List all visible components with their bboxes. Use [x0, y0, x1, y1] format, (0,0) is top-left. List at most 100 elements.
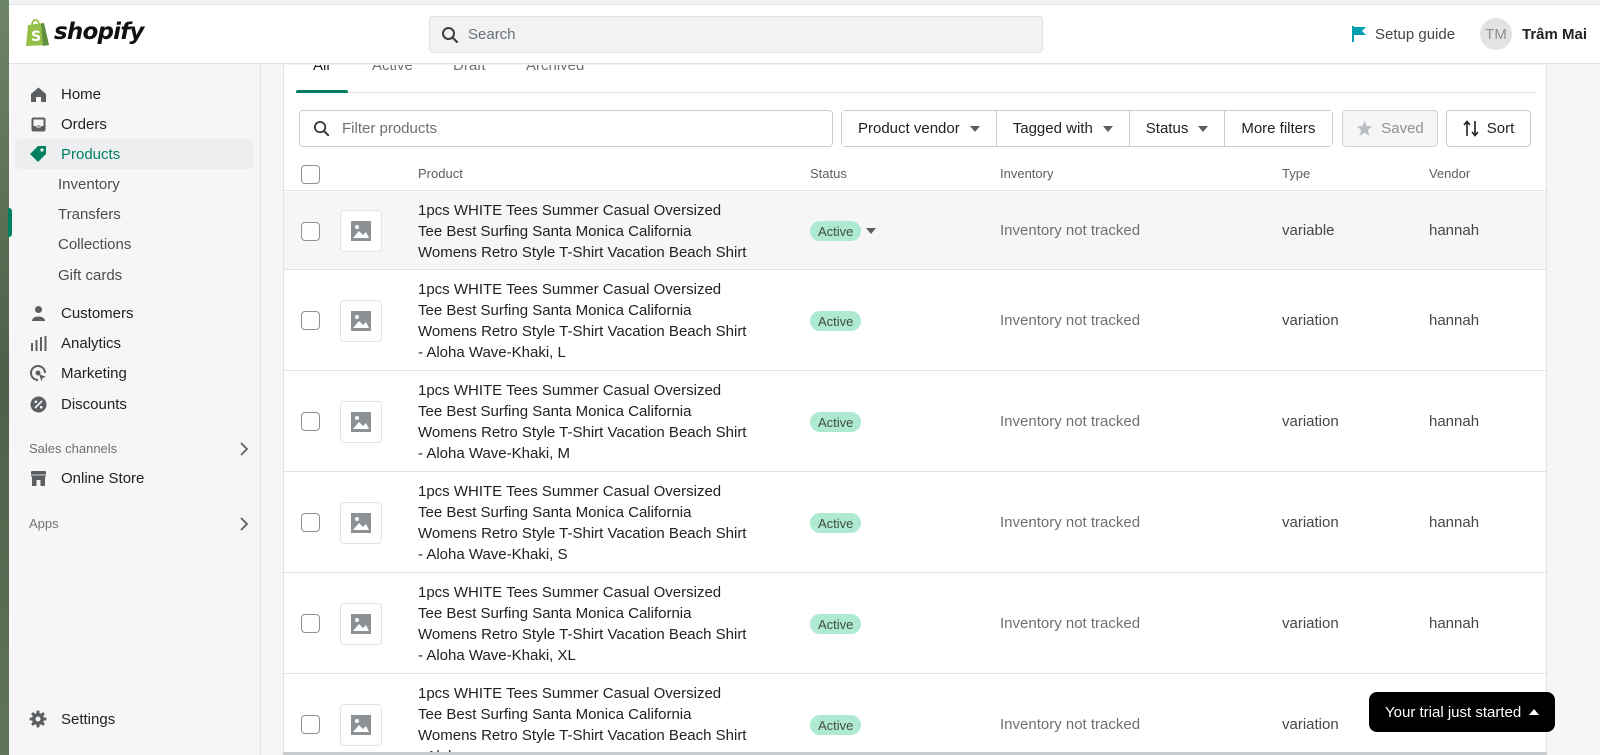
sidebar-item-label: Home: [61, 85, 102, 103]
status-badge: Active: [810, 412, 862, 432]
setup-guide-button[interactable]: Setup guide: [1351, 25, 1455, 43]
status-badge: Active: [810, 221, 862, 241]
row-checkbox[interactable]: [301, 513, 320, 532]
brand-name: shopify: [54, 19, 144, 45]
inventory-value: Inventory not tracked: [1000, 413, 1141, 430]
inbox-icon: [29, 115, 47, 133]
top-bar: S shopify Setup guide TM Trâm Mai: [9, 4, 1600, 64]
type-value: variation: [1282, 716, 1339, 733]
search-icon: [442, 26, 459, 43]
row-checkbox[interactable]: [301, 311, 320, 330]
tab-archived[interactable]: Archived: [526, 65, 584, 93]
sidebar-item-label: Analytics: [61, 334, 122, 352]
product-title[interactable]: 1pcs WHITE Tees Summer Casual Oversized …: [418, 200, 748, 263]
column-type[interactable]: Type: [1282, 166, 1310, 181]
select-all-checkbox[interactable]: [301, 165, 320, 184]
filter-input[interactable]: [342, 120, 822, 137]
inventory-value: Inventory not tracked: [1000, 615, 1141, 632]
product-image-placeholder: [340, 603, 382, 645]
tagged-with-filter[interactable]: Tagged with: [995, 111, 1129, 146]
column-vendor[interactable]: Vendor: [1429, 166, 1470, 181]
caret-down-icon: [1198, 125, 1209, 132]
status-badge: Active: [810, 715, 862, 735]
row-checkbox[interactable]: [301, 222, 320, 241]
user-menu[interactable]: TM Trâm Mai: [1480, 18, 1587, 50]
sidebar-item-settings[interactable]: Settings: [15, 704, 253, 734]
sidebar-item-label: Products: [61, 145, 121, 163]
sidebar-item-customers[interactable]: Customers: [15, 298, 253, 328]
product-image-placeholder: [340, 210, 382, 252]
status-badge: Active: [810, 614, 862, 634]
sidebar-subitem-gift-cards[interactable]: Gift cards: [58, 267, 122, 284]
sidebar-item-discounts[interactable]: Discounts: [15, 389, 253, 419]
discount-icon: [29, 395, 47, 413]
search-input[interactable]: [468, 26, 1028, 43]
table-row[interactable]: 1pcs WHITE Tees Summer Casual Oversized …: [284, 473, 1546, 573]
inventory-value: Inventory not tracked: [1000, 514, 1141, 531]
status-badge: Active: [810, 311, 862, 331]
type-value: variation: [1282, 514, 1339, 531]
table-row[interactable]: 1pcs WHITE Tees Summer Casual Oversized …: [284, 192, 1546, 270]
right-gutter: [1547, 65, 1600, 755]
product-title[interactable]: 1pcs WHITE Tees Summer Casual Oversized …: [418, 481, 748, 565]
sidebar-item-label: Settings: [61, 710, 116, 728]
setup-guide-label: Setup guide: [1375, 25, 1456, 43]
trial-toast[interactable]: Your trial just started: [1369, 692, 1555, 732]
status-tabs: All Active Draft Archived: [296, 65, 1536, 93]
sidebar-item-label: Discounts: [61, 395, 127, 413]
type-value: variation: [1282, 615, 1339, 632]
caret-down-icon: [969, 125, 980, 132]
sidebar-subitem-inventory[interactable]: Inventory: [58, 176, 120, 193]
home-icon: [29, 85, 47, 103]
status-dropdown-icon[interactable]: [866, 228, 876, 234]
table-row[interactable]: 1pcs WHITE Tees Summer Casual Oversized …: [284, 675, 1546, 755]
shopify-bag-icon: S: [26, 19, 49, 46]
column-product[interactable]: Product: [418, 166, 463, 181]
sales-channels-section[interactable]: Sales channels: [29, 441, 249, 456]
caret-down-icon: [1102, 125, 1113, 132]
image-icon: [351, 311, 371, 331]
row-checkbox[interactable]: [301, 614, 320, 633]
image-icon: [351, 412, 371, 432]
column-inventory[interactable]: Inventory: [1000, 166, 1053, 181]
sort-button[interactable]: Sort: [1446, 110, 1531, 147]
row-checkbox[interactable]: [301, 715, 320, 734]
tab-active[interactable]: Active: [372, 65, 413, 93]
caret-up-icon: [1529, 709, 1539, 715]
sidebar-subitem-collections[interactable]: Collections: [58, 236, 131, 253]
sidebar-item-products[interactable]: Products: [15, 139, 253, 169]
status-filter[interactable]: Status: [1128, 111, 1225, 146]
tab-draft[interactable]: Draft: [453, 65, 486, 93]
shopify-logo[interactable]: S shopify: [24, 17, 144, 47]
global-search[interactable]: [429, 16, 1043, 53]
image-icon: [351, 614, 371, 634]
column-status[interactable]: Status: [810, 166, 847, 181]
table-row[interactable]: 1pcs WHITE Tees Summer Casual Oversized …: [284, 372, 1546, 472]
saved-button[interactable]: Saved: [1342, 110, 1438, 147]
sidebar-item-analytics[interactable]: Analytics: [15, 328, 253, 358]
product-title[interactable]: 1pcs WHITE Tees Summer Casual Oversized …: [418, 683, 748, 755]
image-icon: [351, 221, 371, 241]
sidebar-item-marketing[interactable]: Marketing: [15, 358, 253, 388]
table-row[interactable]: 1pcs WHITE Tees Summer Casual Oversized …: [284, 574, 1546, 674]
product-title[interactable]: 1pcs WHITE Tees Summer Casual Oversized …: [418, 582, 748, 666]
gear-icon: [29, 710, 47, 728]
sidebar-item-online-store[interactable]: Online Store: [15, 463, 253, 493]
tag-icon: [29, 145, 47, 163]
avatar: TM: [1480, 18, 1512, 50]
product-title[interactable]: 1pcs WHITE Tees Summer Casual Oversized …: [418, 380, 748, 464]
tab-all[interactable]: All: [313, 65, 330, 93]
sidebar-item-home[interactable]: Home: [15, 79, 253, 109]
product-vendor-filter[interactable]: Product vendor: [842, 111, 996, 146]
chevron-right-icon: [240, 516, 249, 531]
row-checkbox[interactable]: [301, 412, 320, 431]
active-tab-underline: [296, 90, 348, 93]
filter-products[interactable]: [299, 110, 833, 147]
apps-section[interactable]: Apps: [29, 516, 249, 531]
sidebar-subitem-transfers[interactable]: Transfers: [58, 206, 121, 223]
type-value: variation: [1282, 312, 1339, 329]
more-filters-button[interactable]: More filters: [1224, 111, 1332, 146]
table-row[interactable]: 1pcs WHITE Tees Summer Casual Oversized …: [284, 271, 1546, 371]
sidebar-item-orders[interactable]: Orders: [15, 109, 253, 139]
product-title[interactable]: 1pcs WHITE Tees Summer Casual Oversized …: [418, 279, 748, 363]
